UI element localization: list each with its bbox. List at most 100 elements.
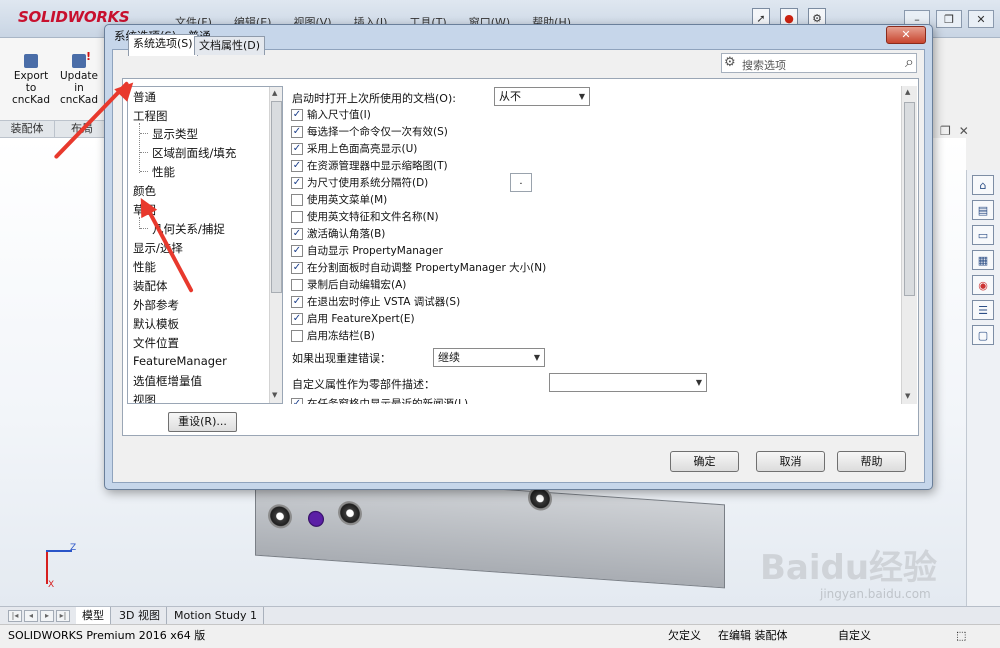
options-scrollbar[interactable]: ▲ ▼ [901,86,917,404]
ok-button[interactable]: 确定 [670,451,739,472]
checkbox[interactable]: ✓ [291,125,303,138]
update-in-cnckad-button[interactable]: Update in cncKad [56,51,102,106]
checkbox-single-command[interactable]: ✓ 每选择一个命令仅一次有效(S) [291,124,448,139]
tree-item-view[interactable]: 视图 [133,392,156,403]
axis-label-x: X [48,580,55,590]
units-status[interactable]: 自定义 [838,625,871,647]
rebuild-icon[interactable]: ⬚ [956,625,966,647]
editing-status: 在编辑 装配体 [718,629,788,642]
custom-property-label: 自定义属性作为零部件描述： [292,378,435,391]
tree-item-display-style[interactable]: 显示类型 [152,126,198,142]
checkbox[interactable]: ✓ [291,261,303,274]
maximize-icon[interactable]: ❐ [936,10,962,28]
checkbox[interactable]: ✓ [291,227,303,240]
tree-scrollbar[interactable]: ▲ ▼ [269,87,282,403]
checkbox-auto-size-propertymanager[interactable]: ✓ 在分割面板时自动调整 PropertyManager 大小(N) [291,260,546,275]
next-tab-icon[interactable]: ▸ [40,610,54,622]
close-icon[interactable]: ✕ [968,10,994,28]
tree-item-area-hatch[interactable]: 区域剖面线/填充 [152,145,236,161]
reference-triad: Z X [40,540,80,590]
scroll-thumb[interactable] [904,102,915,296]
scroll-up-icon[interactable]: ▲ [905,88,910,96]
hole [338,500,362,527]
checkbox-show-news-feed[interactable]: ✓ 在任务窗格中显示最近的新闻源(L) [291,396,468,404]
tree-item-drawings[interactable]: 工程图 [133,108,168,124]
search-placeholder: 搜索选项 [742,59,786,72]
status-bar: SOLIDWORKS Premium 2016 x64 版 欠定义 在编辑 装配… [0,624,1000,648]
hole [308,510,324,528]
checkbox-stop-vsta-debugger[interactable]: ✓ 在退出宏时停止 VSTA 调试器(S) [291,294,460,309]
tree-item-performance[interactable]: 性能 [133,259,156,275]
checkbox-input-dimension[interactable]: ✓ 输入尺寸值(I) [291,107,371,122]
tab-system-options[interactable]: 系统选项(S) [128,34,198,56]
reset-button[interactable]: 重设(R)... [168,412,237,432]
checkbox[interactable]: ✓ [291,244,303,257]
view-palette-icon[interactable]: ▦ [972,250,994,270]
checkbox[interactable] [291,193,303,206]
command-manager-tabs: 装配体 布局 [0,120,110,138]
tree-item-spin-box-increments[interactable]: 选值框增量值 [133,373,202,389]
checkbox-system-separator[interactable]: ✓ 为尺寸使用系统分隔符(D) [291,175,428,190]
prev-tab-icon[interactable]: ◂ [24,610,38,622]
checkbox-shaded-face-highlight[interactable]: ✓ 采用上色面高亮显示(U) [291,141,417,156]
search-options-field[interactable]: ⚙ 搜索选项 ⌕ [721,52,917,73]
tab-document-properties[interactable]: 文档属性(D) [194,36,266,55]
custom-property-select[interactable] [549,373,707,392]
checkbox[interactable] [291,210,303,223]
checkbox-english-menus[interactable]: 使用英文菜单(M) [291,192,387,207]
last-tab-icon[interactable]: ▸| [56,610,70,622]
watermark-url: jingyan.baidu.com [820,587,931,601]
checkbox[interactable]: ✓ [291,312,303,325]
gear-icon[interactable]: ⚙ [724,55,736,70]
design-library-icon[interactable]: ▤ [972,200,994,220]
checkbox-enable-freeze-bar[interactable]: 启用冻结栏(B) [291,328,375,343]
checkbox-confirmation-corner[interactable]: ✓ 激活确认角落(B) [291,226,385,241]
checkbox[interactable]: ✓ [291,108,303,121]
scroll-up-icon[interactable]: ▲ [272,89,277,97]
tab-assembly[interactable]: 装配体 [0,121,55,137]
restore-pane-icon[interactable]: ❐ [940,124,951,138]
ribbon: Export to cncKad Update in cncKad [0,38,110,120]
help-button[interactable]: 帮助 [837,451,906,472]
dialog-close-button[interactable]: ✕ [886,26,926,44]
checkbox[interactable]: ✓ [291,295,303,308]
close-pane-icon[interactable]: ✕ [959,124,969,138]
tab-3d-view[interactable]: 3D 视图 [113,607,167,624]
checkbox-auto-show-propertymanager[interactable]: ✓ 自动显示 PropertyManager [291,243,443,258]
scroll-down-icon[interactable]: ▼ [272,391,277,399]
tree-item-default-templates[interactable]: 默认模板 [133,316,179,332]
export-to-cnckad-button[interactable]: Export to cncKad [8,54,54,106]
checkbox[interactable]: ✓ [291,142,303,155]
checkbox-explorer-thumbnails[interactable]: ✓ 在资源管理器中显示缩略图(T) [291,158,448,173]
tree-item-external-references[interactable]: 外部参考 [133,297,179,313]
search-icon[interactable]: ⌕ [905,52,914,72]
tree-item-display-selection[interactable]: 显示/选择 [133,240,183,256]
scroll-down-icon[interactable]: ▼ [905,392,910,400]
checkbox-auto-edit-macro[interactable]: 录制后自动编辑宏(A) [291,277,406,292]
checkbox[interactable]: ✓ [291,397,303,404]
checkbox[interactable] [291,278,303,291]
checkbox-enable-featurexpert[interactable]: ✓ 启用 FeatureXpert(E) [291,311,415,326]
tree-item-drawing-performance[interactable]: 性能 [152,164,175,180]
checkbox-english-feature-names[interactable]: 使用英文特征和文件名称(N) [291,209,439,224]
tree-item-assemblies[interactable]: 装配体 [133,278,168,294]
baidu-watermark: Baidu经验 [760,548,938,588]
startup-select[interactable]: 从不 [494,87,590,106]
forum-icon[interactable]: ▢ [972,325,994,345]
checkbox[interactable] [291,329,303,342]
tree-item-featuremanager[interactable]: FeatureManager [133,354,227,368]
tab-model[interactable]: 模型 [76,607,111,624]
home-icon[interactable]: ⌂ [972,175,994,195]
general-options: 启动时打开上次所使用的文档(O): 从不 ✓输入尺寸值(I) ✓每选择一个命令仅… [287,86,901,404]
checkbox[interactable]: ✓ [291,176,303,189]
tree-item-file-locations[interactable]: 文件位置 [133,335,179,351]
first-tab-icon[interactable]: |◂ [8,610,22,622]
appearances-icon[interactable]: ◉ [972,275,994,295]
rebuild-error-select[interactable]: 继续 [433,348,545,367]
custom-properties-icon[interactable]: ☰ [972,300,994,320]
file-explorer-icon[interactable]: ▭ [972,225,994,245]
scroll-thumb[interactable] [271,101,282,293]
cancel-button[interactable]: 取消 [756,451,825,472]
tab-motion-study[interactable]: Motion Study 1 [168,607,265,624]
checkbox[interactable]: ✓ [291,159,303,172]
